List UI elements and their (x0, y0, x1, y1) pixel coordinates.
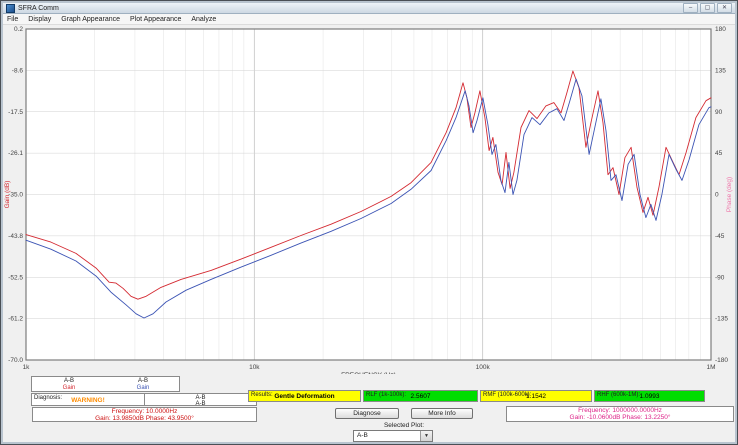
svg-text:-8.6: -8.6 (12, 67, 24, 74)
svg-text:1k: 1k (23, 364, 31, 371)
rhf-value: 1.0993 (595, 393, 704, 400)
app-window: SFRA Comm – ▢ ✕ File Display Graph Appea… (0, 0, 738, 445)
minimize-button[interactable]: – (683, 3, 698, 13)
legend-column-1: A-B Gain (32, 377, 106, 391)
cursor-readout-left: Frequency: 10.0000Hz Gain: 13.9850dB Pha… (32, 407, 257, 422)
svg-text:-135: -135 (715, 316, 728, 323)
rmf-box: RMF (100k-600k): 1.1542 (480, 390, 592, 402)
window-controls: – ▢ ✕ (683, 3, 732, 13)
menu-graph-appearance[interactable]: Graph Appearance (61, 16, 120, 23)
menu-analyze[interactable]: Analyze (191, 16, 216, 23)
window-title: SFRA Comm (18, 5, 59, 12)
diagnosis-value: WARNING! (32, 397, 144, 404)
svg-text:-61.2: -61.2 (8, 316, 23, 323)
svg-text:-70.0: -70.0 (8, 357, 23, 364)
svg-text:0.2: 0.2 (14, 26, 23, 33)
rhf-box: RHF (600k-1M): 1.0993 (594, 390, 705, 402)
cursor-left-gain-phase: Gain: 13.9850dB Phase: 43.9500° (33, 415, 256, 422)
app-icon (6, 4, 15, 13)
cursor-right-gain-phase: Gain: -10.0600dB Phase: 13.2250° (507, 414, 733, 421)
title-bar: SFRA Comm – ▢ ✕ (3, 3, 735, 14)
svg-text:180: 180 (715, 26, 726, 33)
menu-display[interactable]: Display (28, 16, 51, 23)
x-axis-title: FREQUENCY (Hz) (341, 372, 396, 374)
rlf-box: RLF (1k-100k): 2.5607 (363, 390, 478, 402)
svg-text:-180: -180 (715, 357, 728, 364)
menu-file[interactable]: File (7, 16, 18, 23)
svg-text:-17.5: -17.5 (8, 109, 23, 116)
svg-text:-43.8: -43.8 (8, 233, 23, 240)
svg-text:100k: 100k (476, 364, 491, 371)
menu-plot-appearance[interactable]: Plot Appearance (130, 16, 181, 23)
svg-text:0: 0 (715, 192, 719, 199)
selected-plot-dropdown[interactable]: A-B ▼ (353, 430, 433, 442)
legend-box: A-B Gain A-B Gain (31, 376, 180, 392)
svg-text:-26.1: -26.1 (8, 150, 23, 157)
close-button[interactable]: ✕ (717, 3, 732, 13)
results-box: Results: Gentle Deformation (248, 390, 361, 402)
chart-canvas: 0.2-8.6-17.5-26.1-35.0-43.8-52.5-61.2-70… (1, 24, 738, 374)
svg-text:-90: -90 (715, 274, 725, 281)
svg-text:90: 90 (715, 109, 723, 116)
legend-trace-name-1: Gain (32, 385, 106, 391)
diagnosis-box: Diagnosis: WARNING! A-B A-B (31, 393, 257, 406)
selected-plot-value: A-B (357, 432, 368, 439)
cursor-readout-right: Frequency: 1000000.0000Hz Gain: -10.0600… (506, 406, 734, 422)
diagnosis-cell: Diagnosis: WARNING! (32, 394, 145, 405)
maximize-button[interactable]: ▢ (700, 3, 715, 13)
legend-plot-name-1: A-B (32, 378, 106, 384)
svg-text:-52.5: -52.5 (8, 274, 23, 281)
cursor-right-frequency: Frequency: 1000000.0000Hz (507, 407, 733, 414)
y-axis-title-right: Phase (deg) (726, 177, 733, 212)
svg-text:45: 45 (715, 150, 723, 157)
chevron-down-icon[interactable]: ▼ (420, 431, 432, 441)
legend-column-2: A-B Gain (106, 377, 180, 391)
cursor-left-frequency: Frequency: 10.0000Hz (33, 408, 256, 415)
y-axis-title-left: Gain (dB) (4, 181, 11, 209)
more-info-button[interactable]: More Info (411, 408, 473, 419)
legend-plot-name-2: A-B (106, 378, 180, 384)
svg-text:1M: 1M (706, 364, 715, 371)
selected-plot-label: Selected Plot: (335, 422, 473, 429)
legend-trace-name-2: Gain (106, 385, 180, 391)
svg-text:135: 135 (715, 67, 726, 74)
results-value: Gentle Deformation (249, 393, 360, 400)
diagnosis-plot-list: A-B A-B (145, 394, 256, 405)
diagnose-button[interactable]: Diagnose (335, 408, 399, 419)
frequency-response-chart: 0.2-8.6-17.5-26.1-35.0-43.8-52.5-61.2-70… (1, 24, 738, 374)
svg-text:-45: -45 (715, 233, 725, 240)
rmf-value: 1.1542 (481, 393, 591, 400)
svg-text:10k: 10k (249, 364, 260, 371)
rlf-value: 2.5607 (364, 393, 477, 400)
